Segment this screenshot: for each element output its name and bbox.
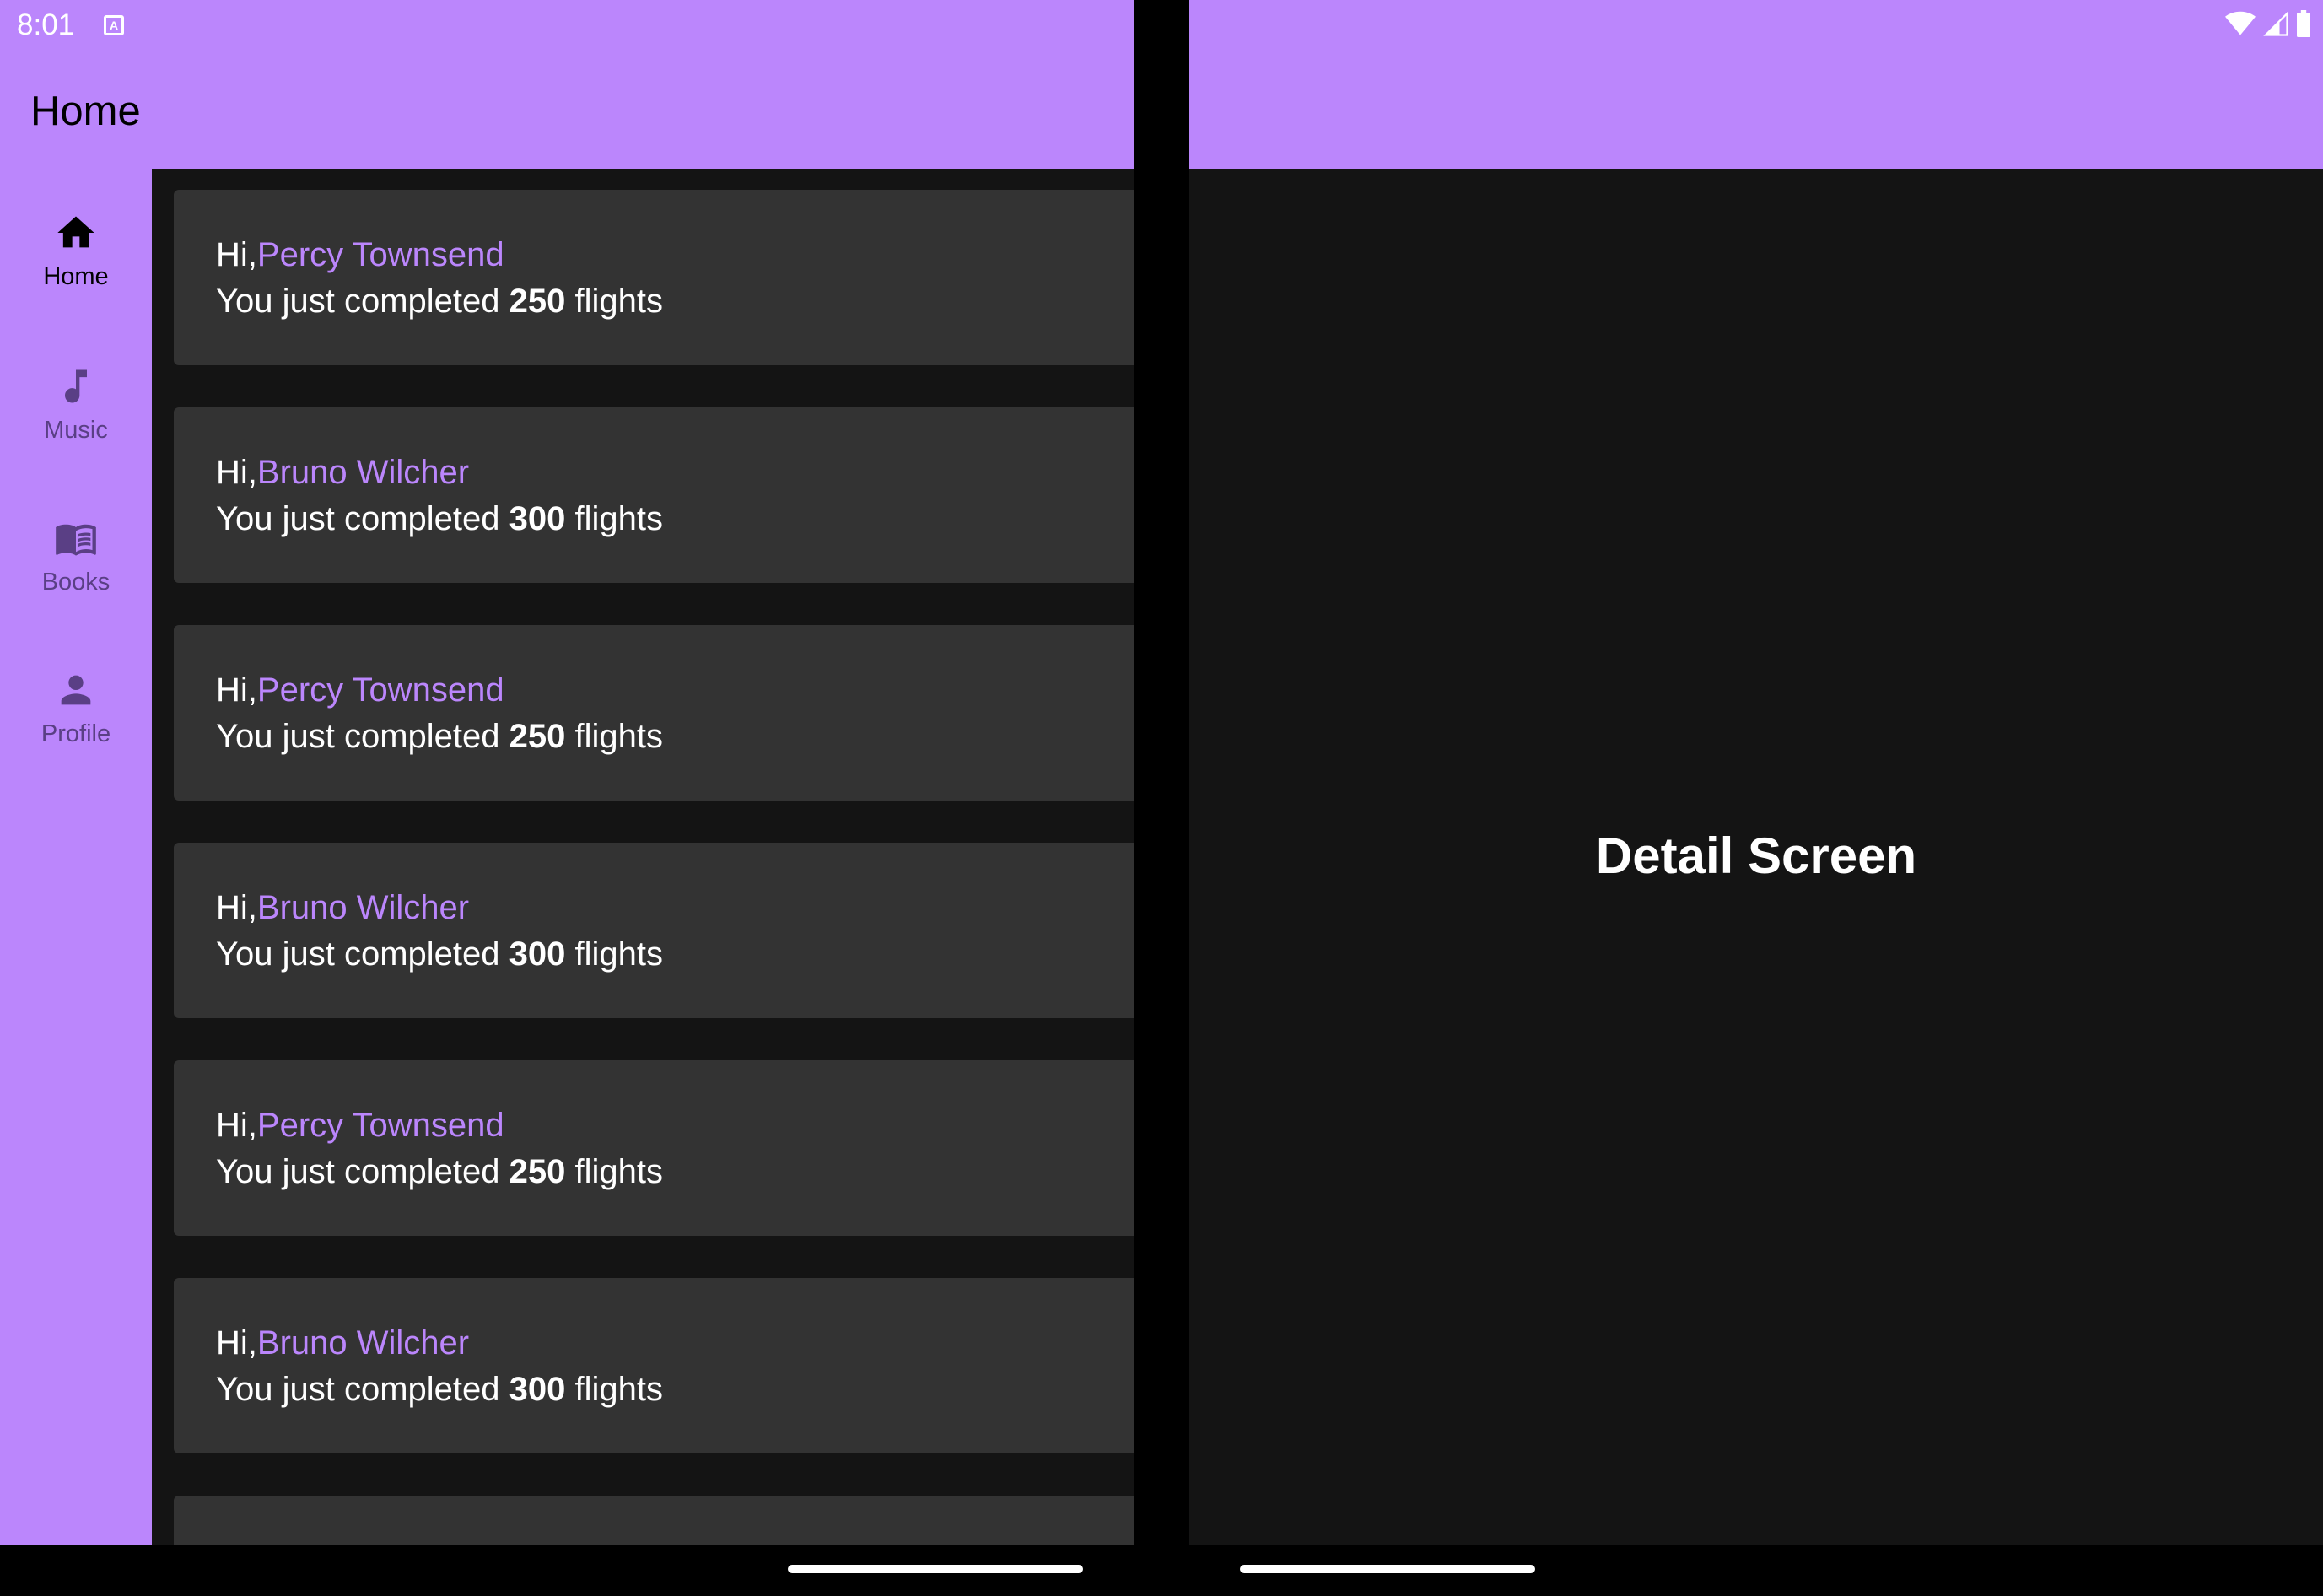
card-greeting: Hi,Percy Townsend xyxy=(216,671,504,709)
flight-count: 250 xyxy=(509,718,566,755)
battery-icon xyxy=(2297,10,2310,37)
rail-item-music[interactable]: Music xyxy=(0,364,152,516)
gesture-handle-right[interactable] xyxy=(1240,1565,1535,1573)
signal-icon xyxy=(2263,11,2288,36)
greeting-text: Hi, xyxy=(216,454,257,491)
gesture-handle-left[interactable] xyxy=(788,1565,1083,1573)
list-item[interactable] xyxy=(174,1496,1134,1545)
dual-screen-root: 8:01 A Home Home Music Books Profile Hi,… xyxy=(0,0,2323,1596)
card-greeting: Hi,Percy Townsend xyxy=(216,1107,504,1145)
card-message: You just completed 250 flights xyxy=(216,283,663,321)
list-item[interactable]: Hi,Bruno Wilcher You just completed 300 … xyxy=(174,843,1134,1018)
music-note-icon xyxy=(65,369,87,403)
user-name: Percy Townsend xyxy=(256,236,504,273)
card-greeting: Hi,Bruno Wilcher xyxy=(216,889,469,927)
rail-item-label: Home xyxy=(43,263,109,290)
card-message: You just completed 300 flights xyxy=(216,935,663,973)
message-prefix: You just completed xyxy=(216,718,509,755)
message-prefix: You just completed xyxy=(216,500,509,537)
greeting-text: Hi, xyxy=(216,1107,257,1144)
book-icon xyxy=(56,524,96,556)
user-name: Bruno Wilcher xyxy=(256,454,470,491)
wifi-icon xyxy=(2225,11,2256,35)
flight-count: 300 xyxy=(509,935,566,973)
message-suffix: flights xyxy=(565,283,664,320)
flight-count: 250 xyxy=(509,283,566,320)
home-icon xyxy=(57,216,94,248)
list-item[interactable]: Hi,Bruno Wilcher You just completed 300 … xyxy=(174,407,1134,583)
message-suffix: flights xyxy=(565,1153,664,1190)
list-pane: 8:01 A Home Home Music Books Profile Hi,… xyxy=(0,0,1134,1545)
detail-app-bar xyxy=(1189,0,2323,169)
message-prefix: You just completed xyxy=(216,935,509,973)
list-item[interactable]: Hi,Percy Townsend You just completed 250… xyxy=(174,1060,1134,1236)
card-message: You just completed 300 flights xyxy=(216,500,663,538)
user-name: Percy Townsend xyxy=(256,671,504,709)
message-prefix: You just completed xyxy=(216,1153,509,1190)
message-suffix: flights xyxy=(565,1371,664,1408)
list-item[interactable]: Hi,Bruno Wilcher You just completed 300 … xyxy=(174,1278,1134,1453)
rail-item-home[interactable]: Home xyxy=(0,211,152,363)
card-message: You just completed 300 flights xyxy=(216,1371,663,1409)
rail-item-label: Music xyxy=(44,417,108,444)
card-list[interactable]: Hi,Percy Townsend You just completed 250… xyxy=(152,169,1134,1545)
person-icon xyxy=(61,675,91,705)
top-app-bar: 8:01 A Home xyxy=(0,0,1134,169)
message-prefix: You just completed xyxy=(216,1371,509,1408)
greeting-text: Hi, xyxy=(216,1324,257,1361)
greeting-text: Hi, xyxy=(216,889,257,926)
greeting-text: Hi, xyxy=(216,236,257,273)
message-suffix: flights xyxy=(565,935,664,973)
message-suffix: flights xyxy=(565,718,664,755)
flight-count: 250 xyxy=(509,1153,566,1190)
detail-screen-text: Detail Screen xyxy=(1595,828,1917,884)
user-name: Percy Townsend xyxy=(256,1107,504,1144)
user-name: Bruno Wilcher xyxy=(256,889,470,926)
list-item[interactable]: Hi,Percy Townsend You just completed 250… xyxy=(174,625,1134,801)
flight-count: 300 xyxy=(509,1371,566,1408)
card-message: You just completed 250 flights xyxy=(216,718,663,756)
flight-count: 300 xyxy=(509,500,566,537)
notification-icon: A xyxy=(104,15,124,35)
rail-item-label: Books xyxy=(41,569,110,596)
page-title: Home xyxy=(30,89,141,134)
rail-item-books[interactable]: Books xyxy=(0,516,152,668)
navigation-rail: Home Music Books Profile xyxy=(0,169,152,1545)
status-icons xyxy=(2225,8,2311,39)
status-time: 8:01 xyxy=(17,8,75,41)
message-prefix: You just completed xyxy=(216,283,509,320)
detail-pane: Detail Screen xyxy=(1189,0,2323,1545)
message-suffix: flights xyxy=(565,500,664,537)
card-message: You just completed 250 flights xyxy=(216,1153,663,1191)
rail-item-label: Profile xyxy=(40,720,111,747)
rail-item-profile[interactable]: Profile xyxy=(0,668,152,820)
list-item[interactable]: Hi,Percy Townsend You just completed 250… xyxy=(174,190,1134,365)
card-greeting: Hi,Bruno Wilcher xyxy=(216,454,469,492)
user-name: Bruno Wilcher xyxy=(256,1324,470,1361)
card-greeting: Hi,Bruno Wilcher xyxy=(216,1324,469,1362)
greeting-text: Hi, xyxy=(216,671,257,709)
card-greeting: Hi,Percy Townsend xyxy=(216,236,504,274)
